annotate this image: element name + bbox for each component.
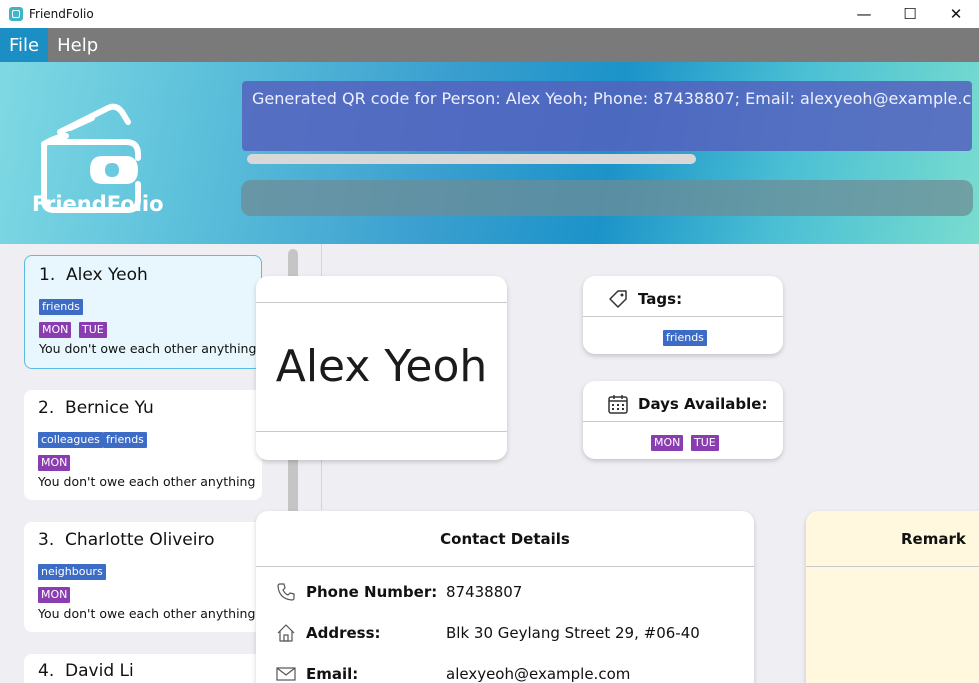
phone-label: Phone Number:: [306, 583, 438, 601]
tag-friends: friends: [103, 432, 147, 448]
address-value: Blk 30 Geylang Street 29, #06-40: [446, 624, 700, 642]
window-title: FriendFolio: [29, 7, 94, 21]
divider: [583, 421, 783, 422]
tag-friends: friends: [39, 299, 83, 315]
email-icon: [276, 667, 296, 681]
day-mon: MON: [39, 322, 72, 338]
person-card-4[interactable]: 4. David Li: [24, 654, 262, 683]
remark-panel: Remark: [806, 511, 979, 683]
title-bar: FriendFolio — ☐ ✕: [0, 0, 979, 28]
person-card-3[interactable]: 3. Charlotte Oliveiro neighbours MON You…: [24, 522, 262, 632]
contact-details-panel: Contact Details Phone Number: 87438807 A…: [256, 511, 754, 683]
window-controls: — ☐ ✕: [841, 0, 979, 28]
close-button[interactable]: ✕: [933, 0, 979, 28]
divider: [256, 431, 507, 432]
app-icon: [9, 7, 23, 21]
minimize-button[interactable]: —: [841, 0, 887, 28]
email-value: alexyeoh@example.com: [446, 665, 631, 683]
address-label: Address:: [306, 624, 381, 642]
home-icon: [277, 624, 295, 642]
logo-text: FriendFolio: [32, 192, 164, 216]
person-index: 1.: [39, 265, 56, 285]
person-card-1[interactable]: 1. Alex Yeoh friends MON TUE You don't o…: [24, 255, 262, 369]
divider: [256, 302, 507, 303]
command-input[interactable]: [241, 180, 973, 216]
owe-status: You don't owe each other anything: [39, 341, 257, 356]
person-name-text: David Li: [65, 661, 134, 681]
name-panel: Alex Yeoh: [256, 276, 507, 460]
owe-status: You don't owe each other anything: [38, 606, 256, 621]
divider: [806, 566, 979, 567]
result-horizontal-scrollbar[interactable]: [247, 154, 696, 164]
phone-icon: [277, 583, 295, 601]
person-index: 2.: [38, 398, 55, 418]
detail-name: Alex Yeoh: [275, 341, 488, 392]
menu-help[interactable]: Help: [48, 28, 107, 62]
person-index: 3.: [38, 530, 55, 550]
tag-icon: [609, 290, 627, 308]
person-card-2[interactable]: 2. Bernice Yu colleagues friends MON You…: [24, 390, 262, 500]
person-name-text: Charlotte Oliveiro: [65, 530, 215, 550]
tag-colleagues: colleagues: [38, 432, 103, 448]
person-name-1: 1. Alex Yeoh: [39, 265, 148, 285]
person-name-text: Bernice Yu: [65, 398, 154, 418]
result-message: Generated QR code for Person: Alex Yeoh;…: [252, 89, 972, 108]
person-name-4: 4. David Li: [38, 661, 134, 681]
day-mon: MON: [38, 455, 71, 471]
tags-title: Tags:: [638, 290, 683, 308]
person-index: 4.: [38, 661, 55, 681]
calendar-icon: [608, 395, 628, 414]
email-label: Email:: [306, 665, 359, 683]
phone-value: 87438807: [446, 583, 523, 601]
tag-neighbours: neighbours: [38, 564, 106, 580]
person-name-2: 2. Bernice Yu: [38, 398, 154, 418]
owe-status: You don't owe each other anything: [38, 474, 256, 489]
tag-friends: friends: [663, 330, 707, 346]
divider: [583, 316, 783, 317]
day-mon: MON: [38, 587, 71, 603]
header-banner: FriendFolio Generated QR code for Person…: [0, 62, 979, 244]
days-available-panel: Days Available: MON TUE: [583, 381, 783, 459]
menu-file[interactable]: File: [0, 28, 49, 62]
result-display[interactable]: Generated QR code for Person: Alex Yeoh;…: [242, 81, 972, 151]
person-name-3: 3. Charlotte Oliveiro: [38, 530, 215, 550]
divider: [256, 566, 754, 567]
day-tue: TUE: [691, 435, 719, 451]
menu-bar: File Help: [0, 28, 979, 62]
days-title: Days Available:: [638, 395, 768, 413]
day-mon: MON: [651, 435, 684, 451]
contact-details-title: Contact Details: [440, 530, 570, 548]
tags-panel: Tags: friends: [583, 276, 783, 354]
maximize-button[interactable]: ☐: [887, 0, 933, 28]
day-tue: TUE: [79, 322, 107, 338]
person-name-text: Alex Yeoh: [66, 265, 148, 285]
remark-title: Remark: [901, 530, 966, 548]
